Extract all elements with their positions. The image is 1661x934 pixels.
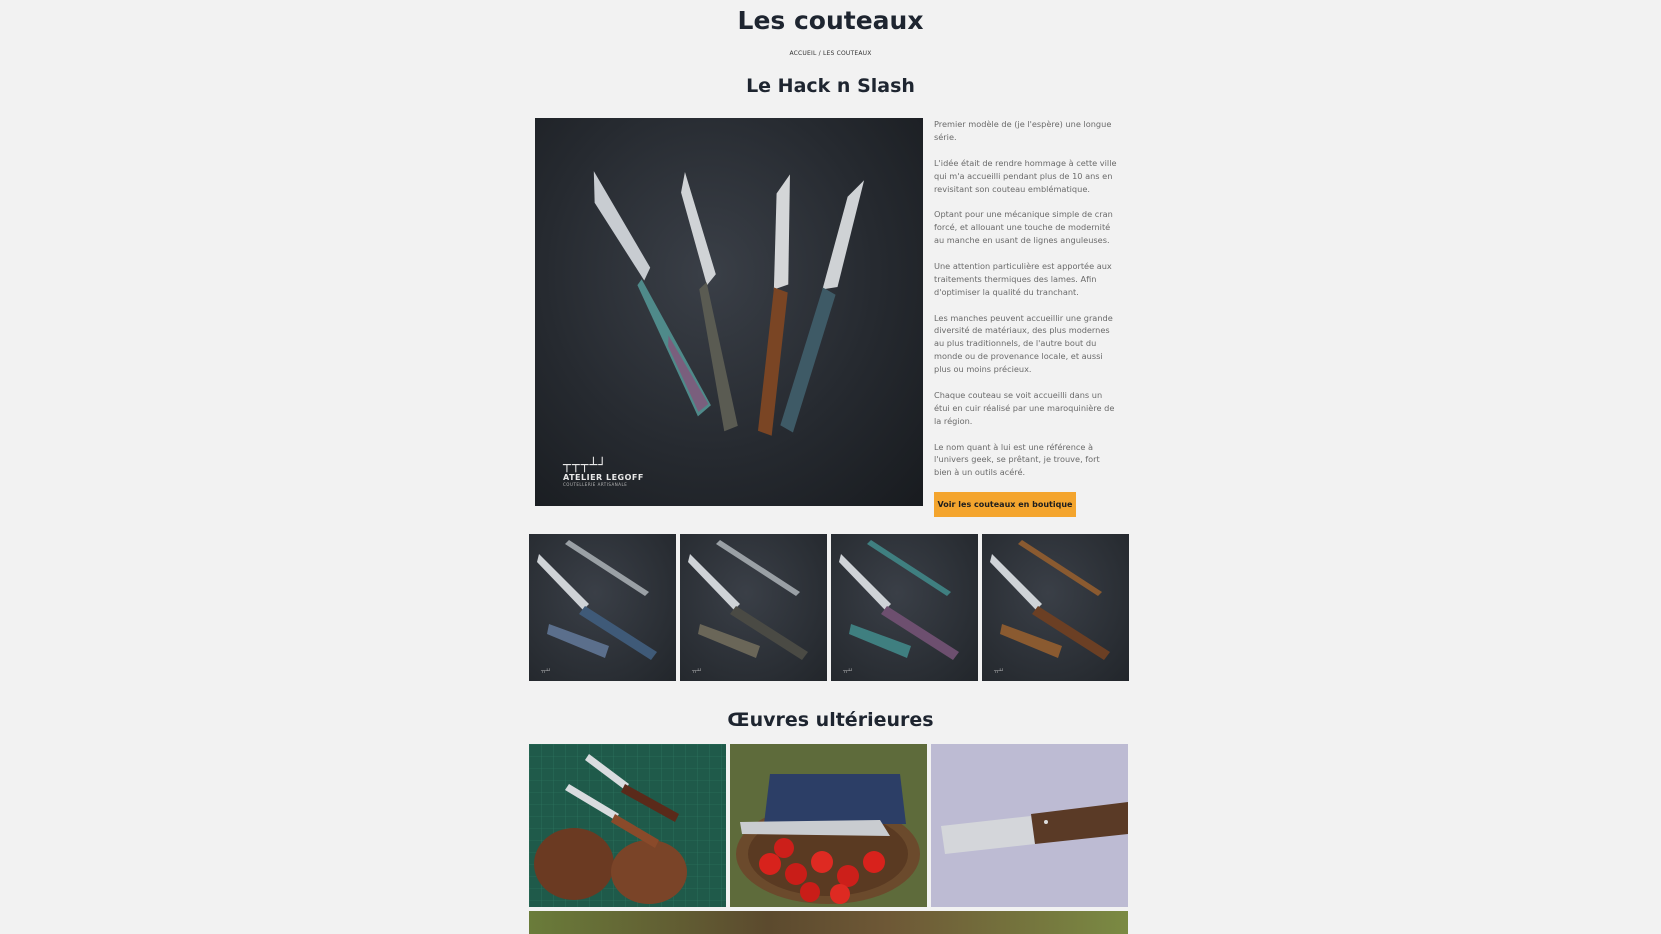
logo-glyph-icon: ┬┬┬┴┘ [563, 458, 608, 473]
desc-paragraph: Une attention particulière est apportée … [934, 260, 1112, 297]
desc-paragraph: Le nom quant à lui est une référence à l… [934, 441, 1100, 478]
later-work-image-1[interactable] [529, 744, 726, 907]
thumbnail-4[interactable]: ┬┬┴┘ [982, 534, 1129, 681]
thumbnail-logo-icon: ┬┬┴┘ [541, 668, 551, 673]
thumbnail-1[interactable]: ┬┬┴┘ [529, 534, 676, 681]
shop-knives-button[interactable]: Voir les couteaux en boutique [934, 492, 1076, 517]
thumbnail-logo-icon: ┬┬┴┘ [994, 668, 1004, 673]
later-work-image-4-partial[interactable] [529, 911, 1128, 934]
thumbnail-knives [990, 540, 1110, 660]
later-work-image-2[interactable] [730, 744, 927, 907]
desc-paragraph: L'idée était de rendre hommage à cette v… [934, 157, 1117, 194]
hero-knife-image[interactable]: ┬┬┬┴┘ ATELIER LEGOFF COUTELLERIE ARTISAN… [535, 118, 923, 506]
breadcrumb[interactable]: ACCUEIL / LES COUTEAUX [0, 50, 1661, 57]
thumbnail-knives [688, 540, 808, 660]
atelier-logo: ┬┬┬┴┘ ATELIER LEGOFF COUTELLERIE ARTISAN… [563, 458, 644, 487]
thumbnail-knives [537, 540, 657, 660]
desc-paragraph: Optant pour une mécanique simple de cran… [934, 209, 1113, 246]
knife-tomatoes-bowl [730, 744, 927, 907]
thumbnail-knives [839, 540, 959, 660]
knives-illustration [593, 171, 865, 436]
knife-in-snow [931, 744, 1128, 907]
desc-paragraph: Premier modèle de (je l'espère) une long… [934, 119, 1112, 142]
knife-4 [780, 180, 865, 433]
section-title-hack-n-slash: Le Hack n Slash [746, 75, 915, 97]
desc-paragraph: Les manches peuvent accueillir une grand… [934, 312, 1113, 375]
knife-1 [593, 171, 711, 417]
desc-paragraph: Chaque couteau se voit accueilli dans un… [934, 389, 1115, 426]
thumbnail-logo-icon: ┬┬┴┘ [692, 668, 702, 673]
section-title-later-works: Œuvres ultérieures [727, 709, 934, 731]
later-work-image-3[interactable] [931, 744, 1128, 907]
leather-sheaths-knives [529, 744, 726, 907]
thumbnail-logo-icon: ┬┬┴┘ [843, 668, 853, 673]
page-title: Les couteaux [737, 6, 924, 35]
thumbnail-3[interactable]: ┬┬┴┘ [831, 534, 978, 681]
thumbnail-2[interactable]: ┬┬┴┘ [680, 534, 827, 681]
product-description: Premier modèle de (je l'espère) une long… [934, 118, 1120, 492]
logo-name: ATELIER LEGOFF [563, 473, 644, 482]
logo-subtitle: COUTELLERIE ARTISANALE [563, 482, 628, 487]
